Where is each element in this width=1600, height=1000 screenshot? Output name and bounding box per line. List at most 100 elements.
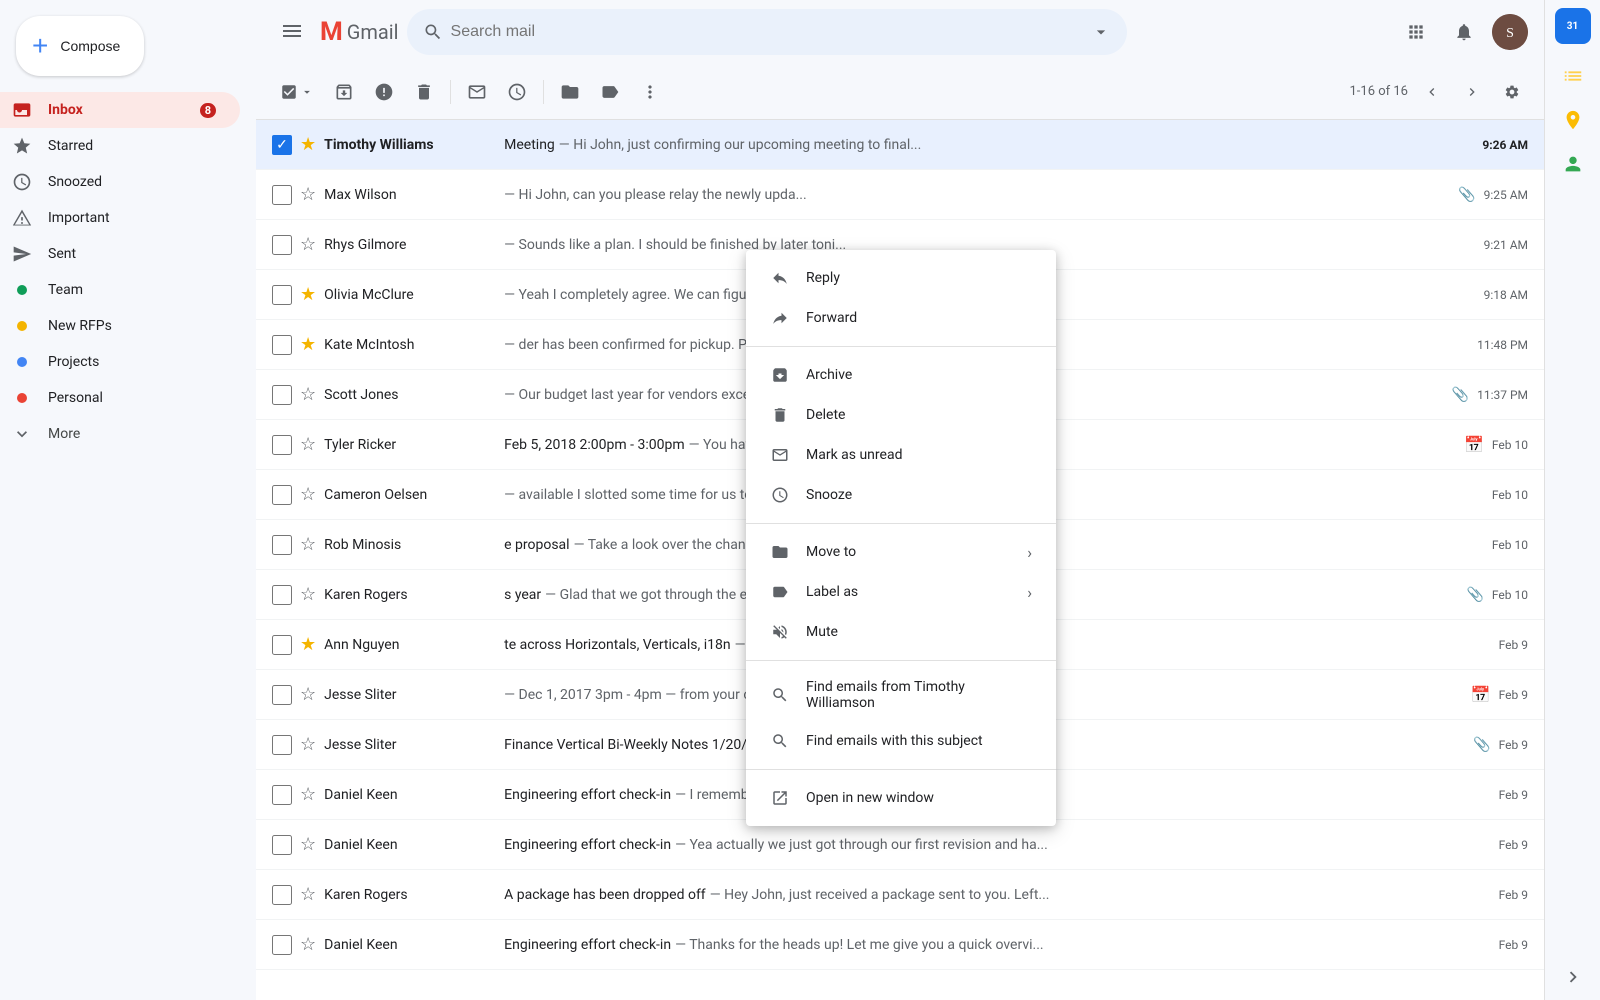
email-checkbox[interactable] [272,835,292,855]
email-checkbox[interactable] [272,385,292,405]
select-all-button[interactable] [272,75,322,109]
toolbar-divider-2 [543,80,544,104]
context-menu-find-subject[interactable]: Find emails with this subject [746,721,1056,761]
sender-name: Rhys Gilmore [324,237,504,253]
table-row[interactable]: ☆ Daniel Keen Engineering effort check-i… [256,820,1544,870]
context-menu-label-as[interactable]: Label as › [746,572,1056,612]
star-button[interactable]: ★ [300,284,316,305]
star-button[interactable]: ☆ [300,884,316,905]
context-menu-mark-unread[interactable]: Mark as unread [746,435,1056,475]
star-button[interactable]: ☆ [300,584,316,605]
sidebar-item-important[interactable]: Important [0,200,240,236]
email-checkbox[interactable] [272,935,292,955]
notifications-button[interactable] [1444,12,1484,52]
email-checkbox[interactable] [272,185,292,205]
email-checkbox[interactable] [272,285,292,305]
star-button[interactable]: ☆ [300,434,316,455]
star-button[interactable]: ☆ [300,384,316,405]
email-checkbox[interactable] [272,235,292,255]
email-checkbox[interactable] [272,785,292,805]
archive-button[interactable] [326,74,362,110]
email-checkbox[interactable] [272,685,292,705]
email-checkbox[interactable] [272,735,292,755]
inbox-label: Inbox [48,102,83,118]
mark-unread-toolbar-button[interactable] [459,74,495,110]
email-preview: Meeting — Hi John, just confirming our u… [504,137,1482,153]
more-toolbar-button[interactable] [632,74,668,110]
email-time: Feb 9 [1499,638,1528,652]
table-row[interactable]: ✓ ★ Timothy Williams Meeting — Hi John, … [256,120,1544,170]
context-menu-forward[interactable]: Forward [746,298,1056,338]
context-menu-mute[interactable]: Mute [746,612,1056,652]
table-row[interactable]: ☆ Karen Rogers A package has been droppe… [256,870,1544,920]
sidebar-item-more[interactable]: More [0,416,240,452]
sidebar-item-team[interactable]: Team [0,272,240,308]
sender-name: Ann Nguyen [324,637,504,653]
search-dropdown-icon[interactable] [1091,22,1111,42]
sidebar-item-starred[interactable]: Starred [0,128,240,164]
email-checkbox[interactable] [272,435,292,455]
table-row[interactable]: ☆ Max Wilson — Hi John, can you please r… [256,170,1544,220]
keep-icon[interactable] [1553,100,1593,140]
tasks-icon[interactable] [1553,56,1593,96]
menu-divider-1 [746,346,1056,347]
email-checkbox[interactable] [272,635,292,655]
star-button[interactable]: ★ [300,634,316,655]
star-button[interactable]: ☆ [300,234,316,255]
star-button[interactable]: ☆ [300,784,316,805]
more-label: More [48,426,80,442]
move-to-toolbar-button[interactable] [552,74,588,110]
star-button[interactable]: ★ [300,334,316,355]
menu-button[interactable] [272,11,312,54]
email-checkbox[interactable] [272,485,292,505]
prev-page-button[interactable] [1416,76,1448,108]
email-checkbox[interactable] [272,335,292,355]
sidebar-item-projects[interactable]: Projects [0,344,240,380]
report-spam-button[interactable] [366,74,402,110]
email-checkbox[interactable] [272,885,292,905]
apps-button[interactable] [1396,12,1436,52]
email-checkbox[interactable] [272,535,292,555]
delete-button[interactable] [406,74,442,110]
context-menu-archive[interactable]: Archive [746,355,1056,395]
star-button[interactable]: ☆ [300,534,316,555]
context-menu-reply[interactable]: Reply [746,258,1056,298]
star-button[interactable]: ☆ [300,484,316,505]
compose-label: Compose [60,38,120,54]
label-as-label: Label as [806,584,1011,600]
next-page-button[interactable] [1456,76,1488,108]
star-button[interactable]: ☆ [300,834,316,855]
context-menu-find-from[interactable]: Find emails from Timothy Williamson [746,669,1056,721]
star-button[interactable]: ★ [300,134,316,155]
sidebar-item-newrfps[interactable]: New RFPs [0,308,240,344]
settings-button[interactable] [1496,76,1528,108]
context-menu-move-to[interactable]: Move to › [746,532,1056,572]
label-toolbar-button[interactable] [592,74,628,110]
expand-panel-icon[interactable] [1562,966,1584,992]
snooze-toolbar-button[interactable] [499,74,535,110]
context-menu-open-new[interactable]: Open in new window [746,778,1056,818]
star-button[interactable]: ☆ [300,184,316,205]
table-row[interactable]: ☆ Daniel Keen Engineering effort check-i… [256,920,1544,970]
star-button[interactable]: ☆ [300,734,316,755]
compose-plus-icon: + [32,32,48,60]
calendar-app-icon[interactable]: 31 [1555,8,1591,44]
sidebar-item-inbox[interactable]: Inbox 8 [0,92,240,128]
sidebar-item-snoozed[interactable]: Snoozed [0,164,240,200]
star-button[interactable]: ☆ [300,934,316,955]
find-from-label: Find emails from Timothy Williamson [806,679,1032,711]
contacts-icon[interactable] [1553,144,1593,184]
email-time: Feb 10 [1492,488,1528,502]
email-checkbox[interactable]: ✓ [272,135,292,155]
context-menu-delete[interactable]: Delete [746,395,1056,435]
context-menu-snooze[interactable]: Snooze [746,475,1056,515]
compose-button[interactable]: + Compose [16,16,144,76]
star-button[interactable]: ☆ [300,684,316,705]
search-input[interactable] [451,23,1083,41]
sidebar-item-sent[interactable]: Sent [0,236,240,272]
delete-label: Delete [806,407,1032,423]
sidebar-item-personal[interactable]: Personal [0,380,240,416]
avatar[interactable] [1492,14,1528,50]
mark-unread-label: Mark as unread [806,447,1032,463]
email-checkbox[interactable] [272,585,292,605]
